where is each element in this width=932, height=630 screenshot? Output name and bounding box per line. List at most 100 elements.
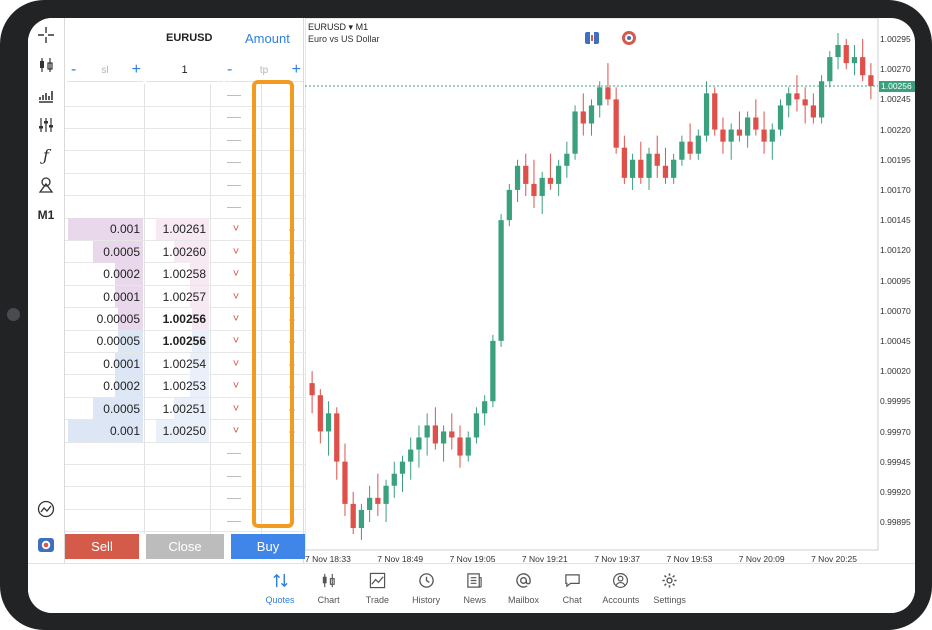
candles-icon[interactable] xyxy=(34,54,58,76)
dom-volume: 0.0002 xyxy=(103,267,140,282)
nav-chat[interactable]: Chat xyxy=(547,572,597,605)
y-tick-label: 1.00295 xyxy=(880,34,911,44)
tp-field[interactable]: - tp + xyxy=(225,60,303,82)
sl-field[interactable]: - sl + xyxy=(67,60,143,82)
volume-input[interactable]: 1 xyxy=(146,60,223,82)
sell-limit-button[interactable]: ˅ xyxy=(225,263,247,285)
dom-price: 1.00256 xyxy=(162,334,206,349)
one-click-trading-icon[interactable] xyxy=(34,534,58,556)
buy-button[interactable]: Buy xyxy=(231,534,305,559)
nav-news[interactable]: News xyxy=(450,572,500,605)
sell-limit-button[interactable]: ˅ xyxy=(225,286,247,308)
candle xyxy=(818,75,825,124)
nav-accounts[interactable]: Accounts xyxy=(596,572,646,605)
candle xyxy=(580,93,586,136)
nav-chart[interactable]: Chart xyxy=(304,572,354,605)
sell-limit-button[interactable]: ˅ xyxy=(225,330,247,352)
accounts-icon xyxy=(596,572,646,592)
candle xyxy=(449,413,455,450)
tablet-camera xyxy=(7,308,20,321)
candle xyxy=(350,491,356,535)
nav-label: Trade xyxy=(365,595,389,605)
timeframe-selector[interactable]: M1 xyxy=(34,204,58,226)
candle xyxy=(399,455,406,492)
bars-icon[interactable] xyxy=(34,84,58,106)
sell-limit-button[interactable]: ˅ xyxy=(225,375,247,397)
candle xyxy=(703,81,710,142)
candle xyxy=(490,334,496,408)
objects-icon[interactable] xyxy=(34,174,58,196)
chart-icon xyxy=(304,572,354,592)
candle xyxy=(465,431,471,462)
empty-slot-marker xyxy=(227,117,241,119)
candle xyxy=(786,87,792,118)
history-icon xyxy=(401,572,451,592)
dom-volume: 0.0005 xyxy=(103,244,140,259)
chevron-down-icon: ▾ xyxy=(348,22,354,32)
dom-price: 1.00257 xyxy=(162,289,206,304)
one-click-icon[interactable] xyxy=(622,31,636,45)
amount-toggle[interactable]: Amount xyxy=(245,31,290,46)
trade-icon xyxy=(352,572,402,592)
nav-settings[interactable]: Settings xyxy=(645,572,695,605)
candle xyxy=(687,123,693,160)
candlestick-chart[interactable] xyxy=(305,18,915,563)
dom-volume: 0.0005 xyxy=(103,401,140,416)
candle xyxy=(391,461,397,498)
candle xyxy=(531,159,537,209)
candle xyxy=(514,159,521,203)
sell-limit-button[interactable]: ˅ xyxy=(225,353,247,375)
y-tick-label: 0.99970 xyxy=(880,426,911,437)
candle xyxy=(671,153,677,184)
dom-price: 1.00261 xyxy=(162,222,206,237)
empty-slot-marker xyxy=(227,162,241,164)
function-icon[interactable]: ƒ xyxy=(34,144,58,166)
dom-price: 1.00254 xyxy=(162,356,206,371)
candle xyxy=(588,99,595,136)
sell-button[interactable]: Sell xyxy=(65,534,139,559)
chart-symbol-title[interactable]: EURUSD ▾ M1 xyxy=(308,22,368,33)
trend-icon[interactable] xyxy=(34,498,58,520)
nav-history[interactable]: History xyxy=(401,572,451,605)
nav-quotes[interactable]: Quotes xyxy=(255,572,305,605)
y-tick-label: 1.00145 xyxy=(880,215,911,226)
nav-label: Mailbox xyxy=(507,595,539,605)
candle xyxy=(621,135,627,184)
nav-label: History xyxy=(412,595,441,605)
candle xyxy=(728,123,734,160)
close-button[interactable]: Close xyxy=(146,534,224,559)
sell-limit-button[interactable]: ˅ xyxy=(225,241,247,263)
candle xyxy=(367,485,373,522)
current-price-tag: 1.00256 xyxy=(879,81,915,92)
tp-increase-button[interactable]: + xyxy=(292,61,301,79)
dom-price: 1.00256 xyxy=(162,312,206,326)
candle xyxy=(342,443,348,516)
nav-mailbox[interactable]: Mailbox xyxy=(499,572,549,605)
nav-label: Accounts xyxy=(602,595,640,605)
crosshair-icon[interactable] xyxy=(34,24,58,46)
sell-limit-button[interactable]: ˅ xyxy=(225,308,247,330)
sell-limit-button[interactable]: ˅ xyxy=(225,218,247,240)
candle xyxy=(424,413,430,456)
candle xyxy=(646,147,652,190)
empty-slot-marker xyxy=(227,498,241,500)
dom-volume: 0.00005 xyxy=(96,334,140,349)
candle xyxy=(498,214,504,347)
candle xyxy=(613,87,619,154)
indicators-icon[interactable] xyxy=(34,114,58,136)
candle xyxy=(679,135,685,166)
candle xyxy=(547,153,554,190)
candle xyxy=(375,473,381,516)
price-chart[interactable]: EURUSD ▾ M1 Euro vs US Dollar 1.00295 1.0… xyxy=(305,18,915,564)
nav-trade[interactable]: Trade xyxy=(352,572,402,605)
chart-frame xyxy=(305,18,879,551)
dom-price: 1.00260 xyxy=(162,244,206,259)
chart-timeframe: M1 xyxy=(355,22,369,32)
sl-increase-button[interactable]: + xyxy=(132,61,141,79)
sell-limit-button[interactable]: ˅ xyxy=(225,398,247,420)
empty-slot-marker xyxy=(227,139,241,141)
candle xyxy=(440,425,447,462)
dom-symbol: EURUSD xyxy=(166,32,213,44)
app-screen: ƒ M1 EURUSD Amount - sl + 1 - tp + 0.001… xyxy=(28,18,915,613)
sell-limit-button[interactable]: ˅ xyxy=(225,420,247,442)
